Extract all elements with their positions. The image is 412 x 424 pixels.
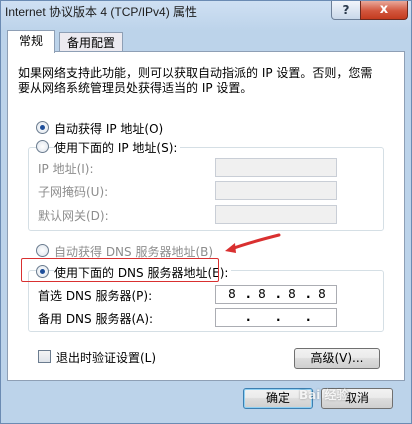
validate-label[interactable]: 退出时验证设置(L) [56, 349, 156, 366]
dns-octet: 8 [228, 287, 236, 301]
auto-dns-radio[interactable] [36, 244, 49, 257]
general-tab-panel: 如果网络支持此功能，则可以获取自动指派的 IP 设置。否则，您需要从网络系统管理… [7, 51, 405, 381]
radio-selected-dot [40, 125, 45, 130]
description-text: 如果网络支持此功能，则可以获取自动指派的 IP 设置。否则，您需要从网络系统管理… [18, 66, 373, 95]
annotation-highlight-box [21, 258, 219, 282]
preferred-dns-label: 首选 DNS 服务器(P): [38, 289, 153, 303]
octet-separator: . [246, 310, 251, 324]
dns-octet: 8 [258, 287, 266, 301]
baidu-watermark: Bai 经验 [299, 388, 349, 402]
alternate-dns-input[interactable]: . . . [215, 308, 337, 327]
dialog-window: Internet 协议版本 4 (TCP/IPv4) 属性 ? x 常规 备用配… [0, 0, 412, 424]
title-bar: Internet 协议版本 4 (TCP/IPv4) 属性 ? x [1, 1, 411, 23]
subnet-mask-label: 子网掩码(U): [38, 185, 109, 199]
close-button[interactable]: x [360, 1, 408, 20]
octet-separator: . [276, 310, 281, 324]
auto-ip-label[interactable]: 自动获得 IP 地址(O) [54, 120, 163, 137]
auto-ip-radio[interactable] [36, 121, 49, 134]
preferred-dns-input[interactable]: 8 . 8 . 8 . 8 [215, 285, 337, 304]
ip-address-input[interactable] [215, 158, 337, 177]
tab-alternate-config[interactable]: 备用配置 [59, 32, 123, 53]
window-title: Internet 协议版本 4 (TCP/IPv4) 属性 [5, 5, 198, 19]
advanced-button[interactable]: 高级(V)... [294, 348, 380, 369]
subnet-mask-input[interactable] [215, 181, 337, 200]
validate-checkbox[interactable] [38, 350, 51, 363]
alternate-dns-label: 备用 DNS 服务器(A): [38, 312, 154, 326]
ip-address-label: IP 地址(I): [38, 162, 94, 176]
dns-octet: 8 [318, 287, 326, 301]
default-gateway-label: 默认网关(D): [38, 209, 109, 223]
default-gateway-input[interactable] [215, 205, 337, 224]
manual-ip-radio[interactable] [36, 140, 49, 153]
octet-separator: . [306, 310, 311, 324]
tab-general[interactable]: 常规 [7, 30, 55, 53]
annotation-arrow-icon [225, 233, 281, 253]
help-button[interactable]: ? [331, 1, 361, 20]
manual-ip-label[interactable]: 使用下面的 IP 地址(S): [54, 139, 181, 156]
dns-octet: 8 [288, 287, 296, 301]
